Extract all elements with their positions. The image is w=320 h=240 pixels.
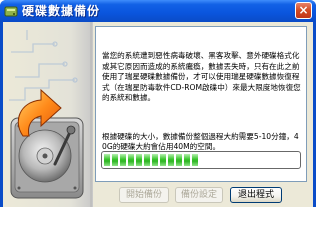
window-title: 硬碟數據備份 xyxy=(22,4,101,18)
exit-program-button[interactable]: 退出程式 xyxy=(230,187,282,203)
progress-segment xyxy=(184,154,190,166)
progress-segment xyxy=(160,154,166,166)
progress-segment xyxy=(192,154,198,166)
progress-segment xyxy=(128,154,134,166)
progress-fill xyxy=(104,154,298,166)
progress-segment xyxy=(152,154,158,166)
backup-progress-bar xyxy=(101,151,301,169)
progress-segment xyxy=(120,154,126,166)
info-panel: 當您的系統遭到惡性病毒破壞、黑客攻擊、意外硬碟格式化或其它原因而造成的系統癱瘓，… xyxy=(95,26,307,182)
close-button[interactable]: × xyxy=(295,2,312,19)
progress-segment xyxy=(112,154,118,166)
start-backup-button[interactable]: 開始備份 xyxy=(119,187,169,203)
app-icon xyxy=(4,6,18,17)
dialog-body: 當您的系統遭到惡性病毒破壞、黑客攻擊、意外硬碟格式化或其它原因而造成的系統癱瘓，… xyxy=(3,22,313,207)
progress-segment xyxy=(168,154,174,166)
progress-segment xyxy=(104,154,110,166)
info-paragraph-duration: 根據硬碟的大小，數據備份整個過程大約需要5-10分鐘，40G的硬碟大約會佔用40… xyxy=(102,131,299,152)
hard-disk-backup-illustration xyxy=(5,22,93,207)
title-bar[interactable]: 硬碟數據備份 × xyxy=(0,0,316,22)
backup-dialog: 硬碟數據備份 × 當您的系統遭到惡性病毒破壞、黑客攻擊、意外硬碟格式化或其它原因… xyxy=(0,0,316,207)
info-paragraph-warning: 當您的系統遭到惡性病毒破壞、黑客攻擊、意外硬碟格式化或其它原因而造成的系統癱瘓，… xyxy=(102,51,301,102)
backup-settings-button[interactable]: 備份設定 xyxy=(175,187,223,203)
progress-segment xyxy=(176,154,182,166)
progress-segment xyxy=(144,154,150,166)
progress-segment xyxy=(136,154,142,166)
